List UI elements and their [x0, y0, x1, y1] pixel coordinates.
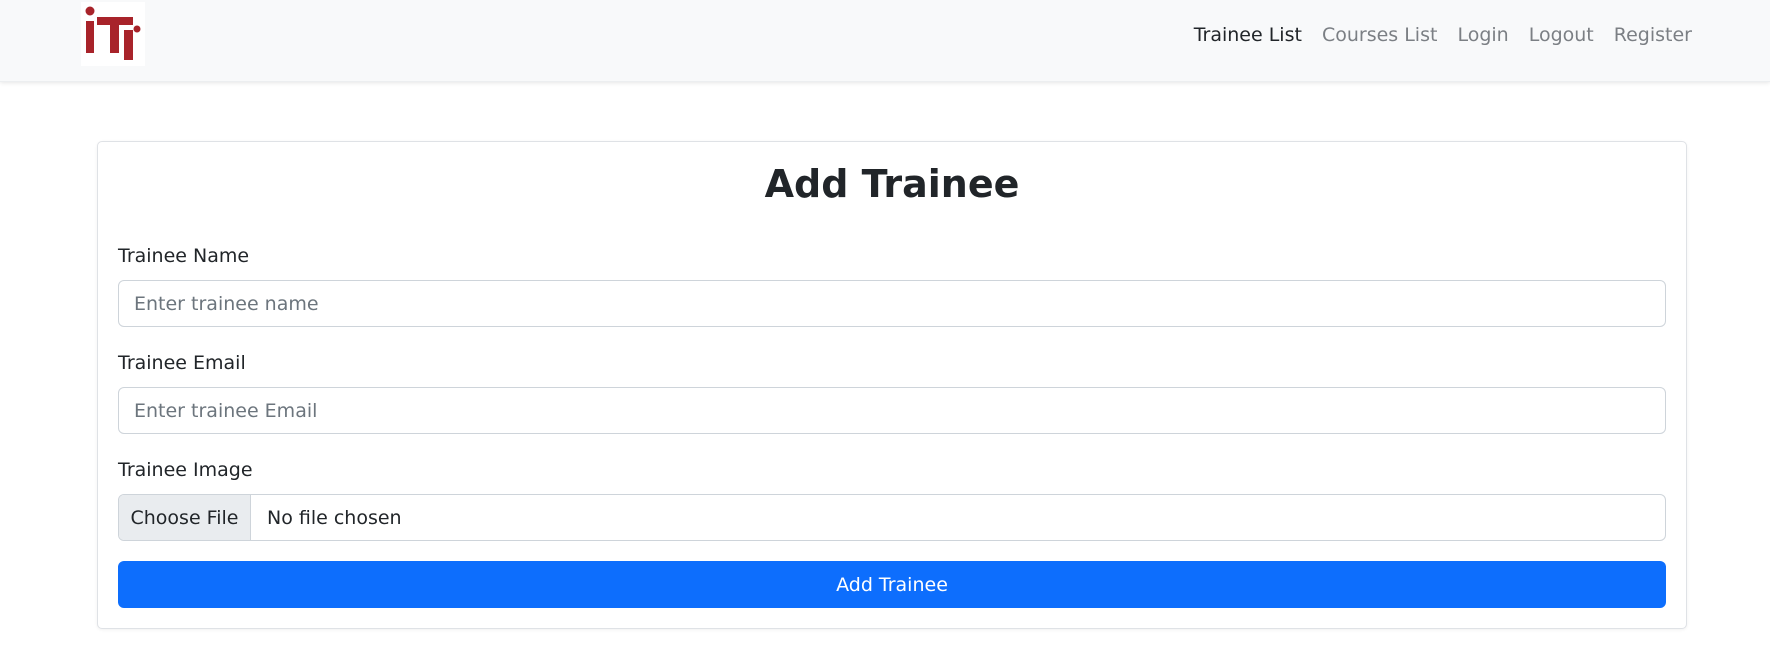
navbar: Trainee List Courses List Login Logout R…: [0, 0, 1770, 82]
iti-logo[interactable]: [81, 2, 145, 66]
choose-file-button[interactable]: Choose File: [119, 495, 251, 540]
trainee-name-label: Trainee Name: [118, 245, 250, 267]
trainee-image-label: Trainee Image: [118, 459, 253, 481]
trainee-email-label: Trainee Email: [118, 352, 246, 374]
file-status: No file chosen: [267, 506, 402, 529]
nav-link-register[interactable]: Register: [1604, 24, 1692, 46]
iti-logo-icon: [85, 6, 141, 60]
trainee-email-input[interactable]: [118, 387, 1666, 434]
nav-link-logout[interactable]: Logout: [1519, 24, 1604, 46]
nav-link-courses-list[interactable]: Courses List: [1312, 24, 1447, 46]
page-title: Add Trainee: [764, 162, 1020, 206]
nav-link-trainee-list[interactable]: Trainee List: [1184, 24, 1312, 46]
trainee-image-file-input[interactable]: Choose File No file chosen: [118, 494, 1666, 541]
nav-links: Trainee List Courses List Login Logout R…: [1184, 20, 1692, 50]
trainee-name-input[interactable]: [118, 280, 1666, 327]
nav-link-login[interactable]: Login: [1447, 24, 1518, 46]
add-trainee-card: Add Trainee Trainee Name Trainee Email T…: [97, 141, 1687, 629]
add-trainee-button[interactable]: Add Trainee: [118, 561, 1666, 608]
